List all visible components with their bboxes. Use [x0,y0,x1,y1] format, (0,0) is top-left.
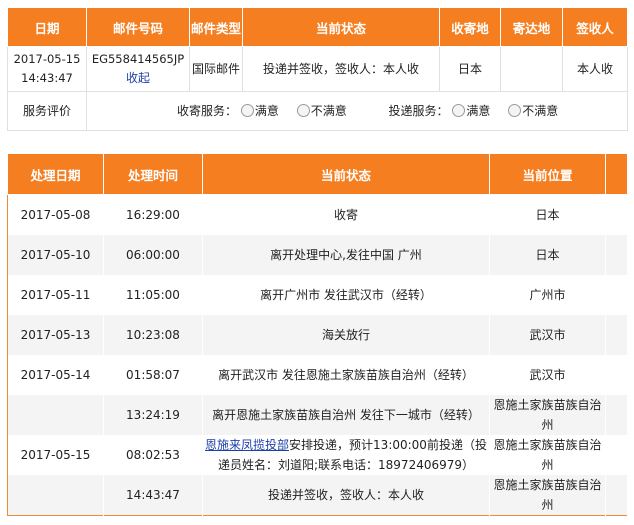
tracking-cell: EG558414565JP 收起 [86,46,190,92]
header-origin: 收寄地 [439,7,501,47]
process-date: 2017-05-14 [7,355,104,395]
process-time: 10:23:08 [103,315,203,355]
rating-options: 收寄服务： 满意 不满意 投递服务： 满意 不满意 [86,91,628,131]
mail-date: 2017-05-15 14:43:47 [7,46,87,92]
delivery-satisfied-radio[interactable] [452,103,466,117]
row-spacer [605,315,628,355]
details-header-row: 处理日期 处理时间 当前状态 当前位置 [7,153,628,195]
header-signer: 签收人 [562,7,628,47]
service-rating-row: 服务评价 收寄服务： 满意 不满意 投递服务： 满意 不满意 [7,91,628,131]
row-spacer [605,395,628,435]
process-location: 武汉市 [489,355,606,395]
table-row: 2017-05-10 06:00:00 离开处理中心,发往中国 广州 日本 [7,235,628,275]
mail-type: 国际邮件 [189,46,243,92]
header-process-date: 处理日期 [7,153,104,195]
collapse-link[interactable]: 收起 [126,71,150,85]
header-process-time: 处理时间 [103,153,203,195]
process-location: 恩施土家族苗族自治州 [489,435,606,475]
process-status: 恩施来凤揽投部安排投递，预计13:00:00前投递（投递员姓名：刘道阳;联系电话… [202,435,490,475]
table-row: 14:43:47 投递并签收，签收人：本人收 恩施土家族苗族自治州 [7,475,628,516]
delivery-satisfied-label: 满意 [466,103,491,118]
process-status: 离开武汉市 发往恩施土家族苗族自治州（经转） [202,355,490,395]
delivery-service-label: 投递服务： [388,103,449,118]
process-date: 2017-05-10 [7,235,104,275]
header-status: 当前状态 [202,153,490,195]
pickup-unsatisfied-radio[interactable] [296,103,310,117]
process-date [7,395,104,435]
process-location: 武汉市 [489,315,606,355]
process-date: 2017-05-13 [7,315,104,355]
signer: 本人收 [562,46,628,92]
process-date: 2017-05-11 [7,275,104,315]
header-date: 日期 [7,7,87,47]
delivery-unsatisfied-label: 不满意 [522,103,559,118]
row-spacer [605,275,628,315]
pickup-satisfied-label: 满意 [254,103,279,118]
row-spacer [605,194,628,235]
delivery-station-link[interactable]: 恩施来凤揽投部 [205,438,289,452]
process-time: 06:00:00 [103,235,203,275]
row-spacer [605,475,628,516]
process-time: 16:29:00 [103,194,203,235]
mail-summary-table: 日期 邮件号码 邮件类型 当前状态 收寄地 寄达地 签收人 2017-05-15… [7,7,628,131]
summary-data-row: 2017-05-15 14:43:47 EG558414565JP 收起 国际邮… [7,46,628,92]
process-time: 11:05:00 [103,275,203,315]
destination [500,46,563,92]
process-status: 收寄 [202,194,490,235]
pickup-unsatisfied-label: 不满意 [310,103,347,118]
process-status: 海关放行 [202,315,490,355]
row-spacer [605,355,628,395]
header-spacer [605,153,628,195]
process-status: 离开恩施土家族苗族自治州 发往下一城市（经转） [202,395,490,435]
process-time: 08:02:53 [103,435,203,475]
header-destination: 寄达地 [500,7,563,47]
process-location: 恩施土家族苗族自治州 [489,395,606,435]
header-tracking-number: 邮件号码 [86,7,190,47]
table-row: 2017-05-13 10:23:08 海关放行 武汉市 [7,315,628,355]
origin: 日本 [439,46,501,92]
process-time: 01:58:07 [103,355,203,395]
table-row: 13:24:19 离开恩施土家族苗族自治州 发往下一城市（经转） 恩施土家族苗族… [7,395,628,435]
process-date [7,475,104,516]
process-status: 离开广州市 发往武汉市（经转） [202,275,490,315]
tracking-history-table: 处理日期 处理时间 当前状态 当前位置 2017-05-08 16:29:00 … [7,153,628,516]
pickup-service-label: 收寄服务： [177,103,238,118]
process-status: 投递并签收，签收人：本人收 [202,475,490,516]
process-date: 2017-05-15 [7,435,104,475]
header-mail-type: 邮件类型 [189,7,243,47]
table-row: 2017-05-14 01:58:07 离开武汉市 发往恩施土家族苗族自治州（经… [7,355,628,395]
process-location: 恩施土家族苗族自治州 [489,475,606,516]
current-status: 投递并签收，签收人：本人收 [242,46,440,92]
process-time: 14:43:47 [103,475,203,516]
rating-label: 服务评价 [7,91,87,131]
header-current-status: 当前状态 [242,7,440,47]
process-status: 离开处理中心,发往中国 广州 [202,235,490,275]
process-location: 日本 [489,194,606,235]
process-date: 2017-05-08 [7,194,104,235]
process-location: 广州市 [489,275,606,315]
tracking-number: EG558414565JP [91,52,185,66]
row-spacer [605,435,628,475]
delivery-unsatisfied-radio[interactable] [508,103,522,117]
pickup-satisfied-radio[interactable] [240,103,254,117]
table-row: 2017-05-11 11:05:00 离开广州市 发往武汉市（经转） 广州市 [7,275,628,315]
table-row: 2017-05-15 08:02:53 恩施来凤揽投部安排投递，预计13:00:… [7,435,628,475]
header-location: 当前位置 [489,153,606,195]
summary-header-row: 日期 邮件号码 邮件类型 当前状态 收寄地 寄达地 签收人 [7,7,628,47]
process-location: 日本 [489,235,606,275]
table-row: 2017-05-08 16:29:00 收寄 日本 [7,194,628,235]
row-spacer [605,235,628,275]
process-time: 13:24:19 [103,395,203,435]
